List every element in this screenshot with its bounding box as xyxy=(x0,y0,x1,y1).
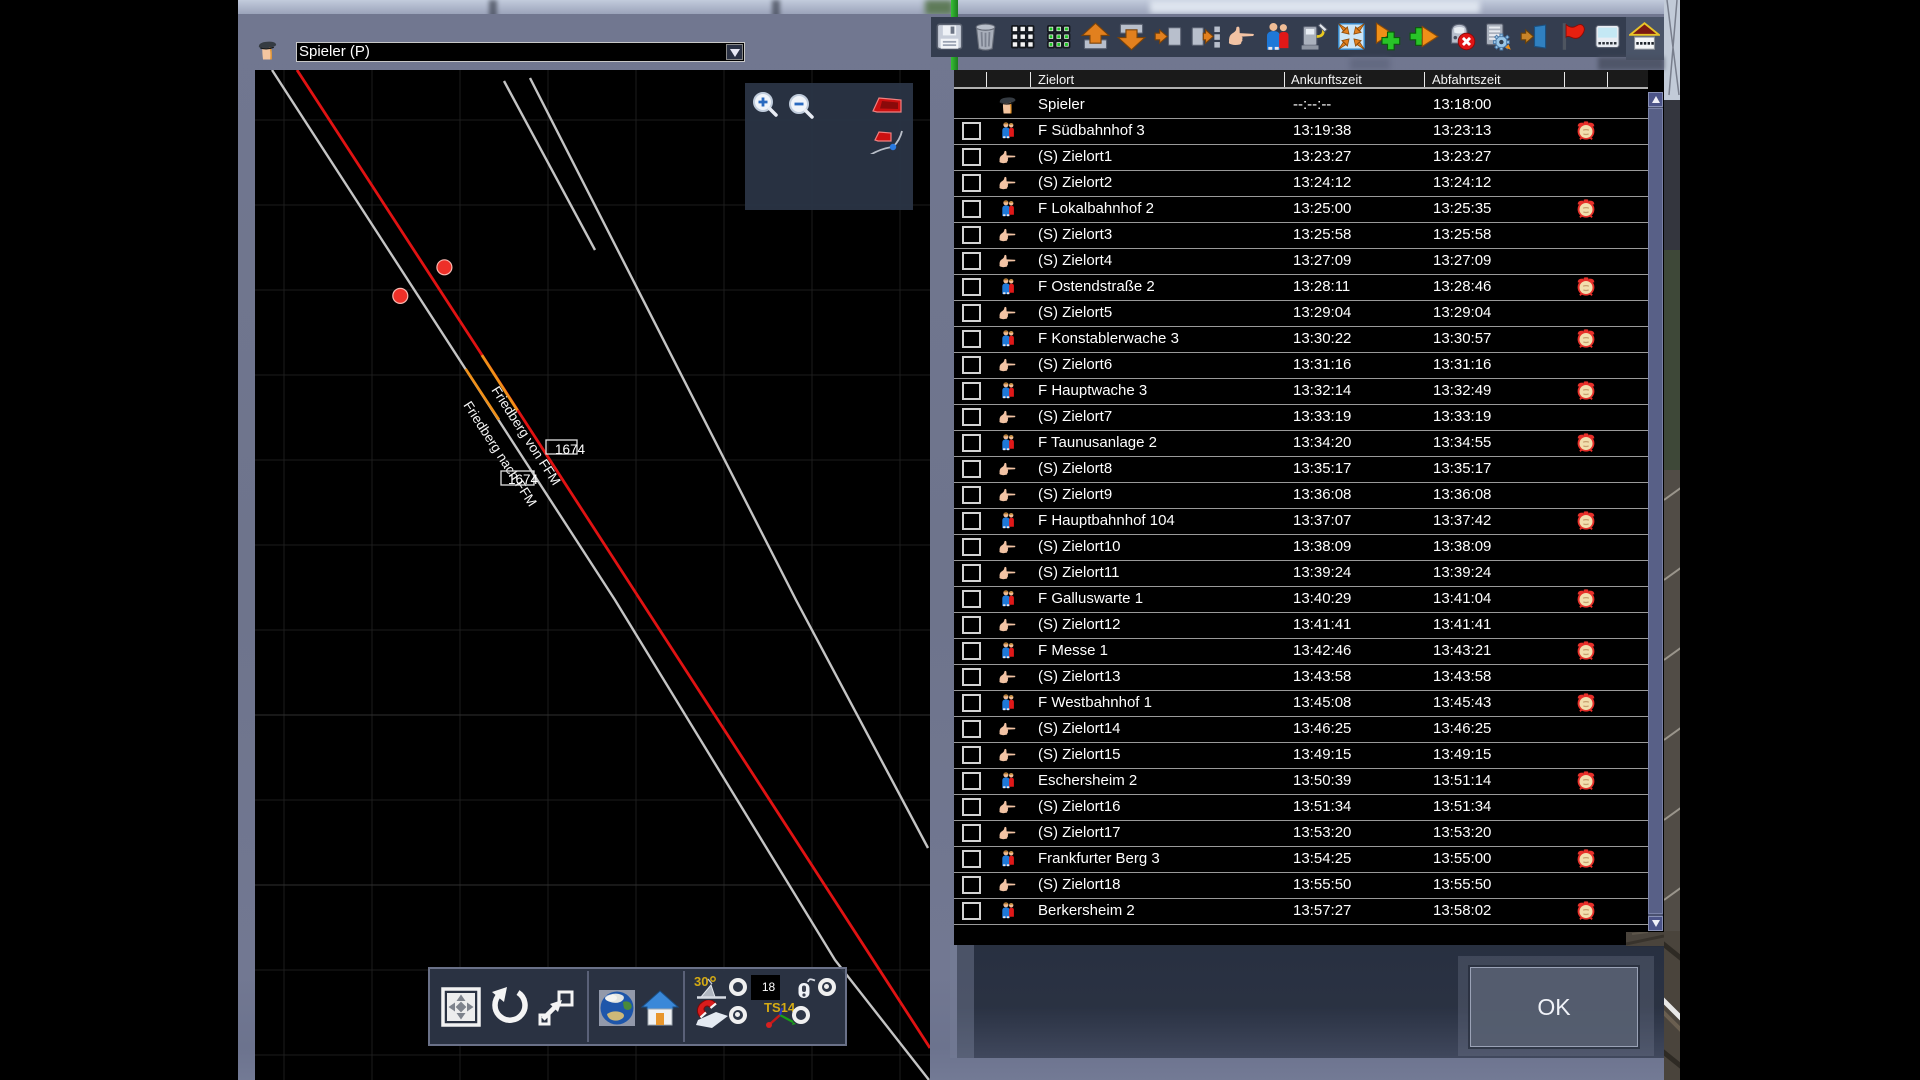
svg-text:1674: 1674 xyxy=(555,442,586,457)
svg-text:Friedberg nach FFM: Friedberg nach FFM xyxy=(460,398,539,509)
svg-text:30: 30 xyxy=(694,974,708,989)
svg-text:1674: 1674 xyxy=(508,472,539,487)
